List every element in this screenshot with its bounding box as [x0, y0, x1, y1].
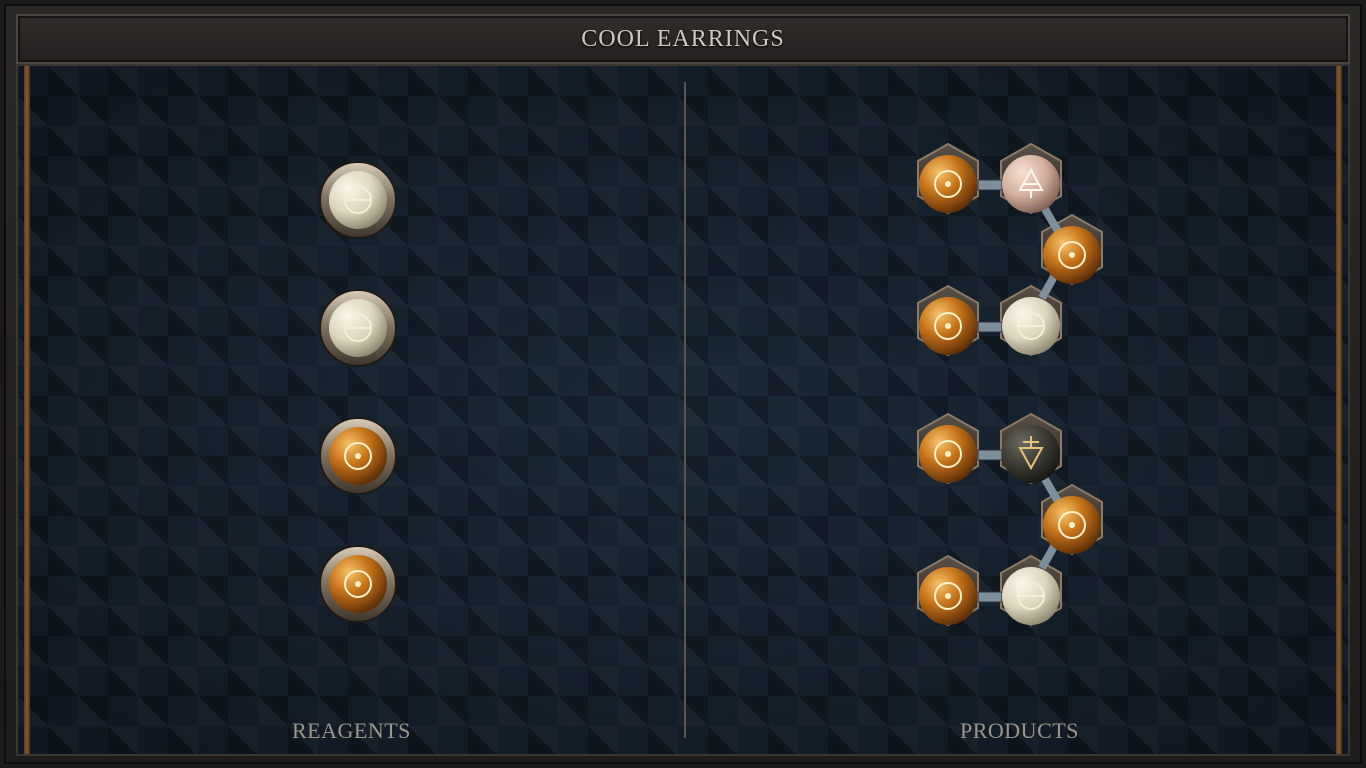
- product-2[interactable]: [917, 412, 1103, 627]
- reagents-label: REAGENTS: [292, 718, 411, 743]
- reagent-3[interactable]: [319, 417, 397, 495]
- molecule-board: REAGENTS PRODUCTS: [16, 64, 1350, 756]
- products-label: PRODUCTS: [960, 718, 1079, 743]
- product-1[interactable]: [917, 142, 1103, 357]
- title-bar: COOL EARRINGS: [16, 14, 1350, 64]
- puzzle-title: COOL EARRINGS: [581, 25, 785, 52]
- reagent-1[interactable]: [319, 161, 397, 239]
- molecule-canvas: [319, 142, 1103, 627]
- reagent-2[interactable]: [319, 289, 397, 367]
- reagent-4[interactable]: [319, 545, 397, 623]
- earth-atom: [1002, 425, 1060, 483]
